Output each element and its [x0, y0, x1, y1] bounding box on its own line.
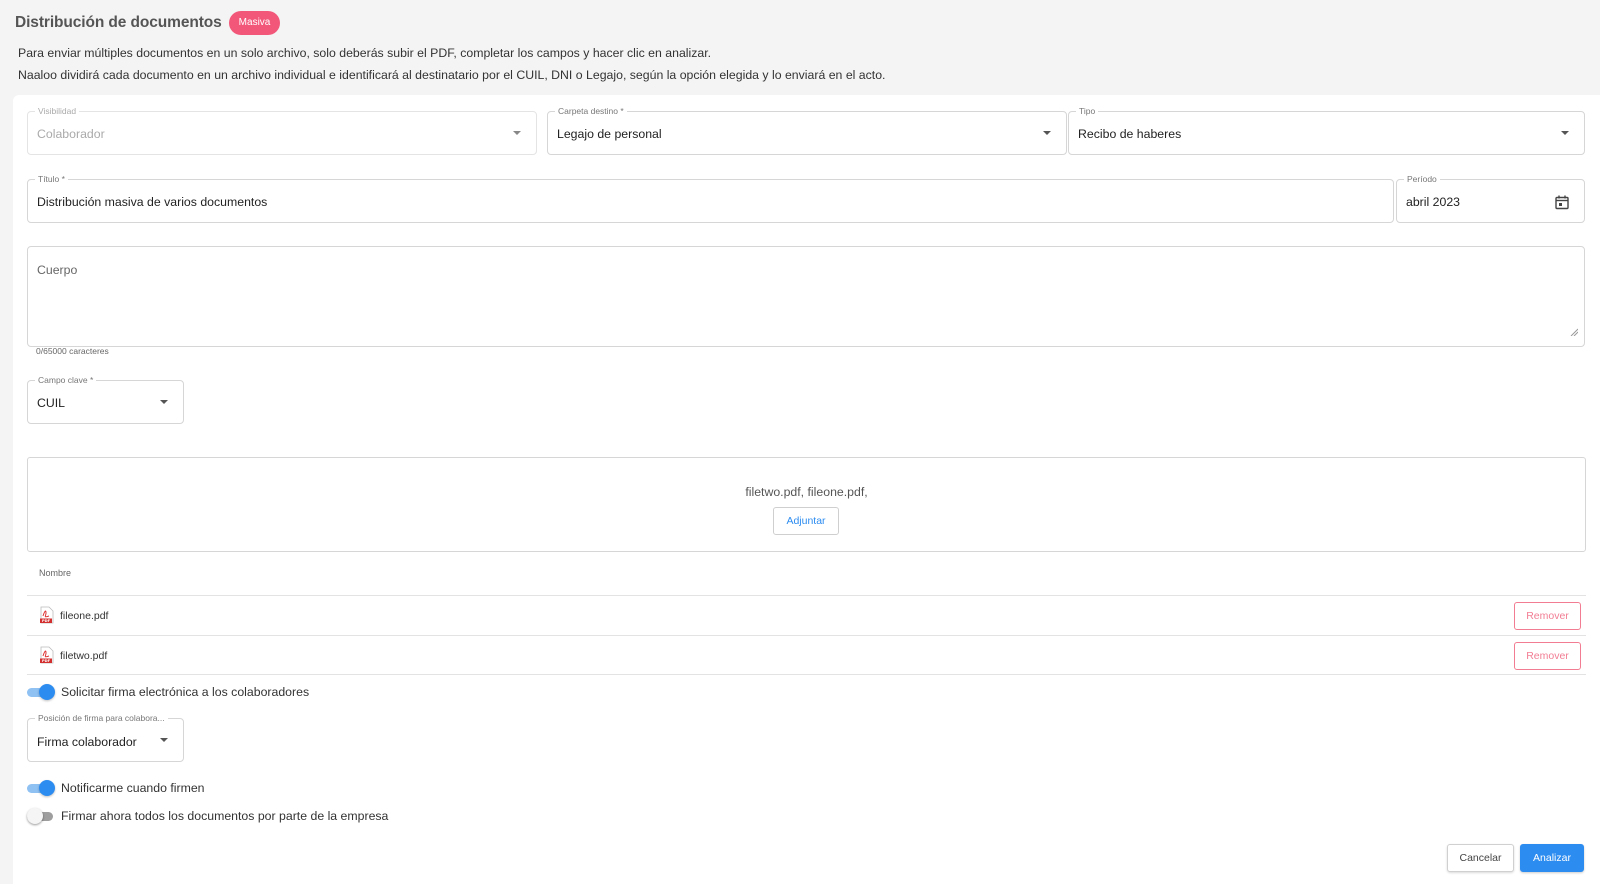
resize-handle-icon[interactable]: [1570, 328, 1578, 336]
description-line-1: Para enviar múltiples documentos en un s…: [18, 46, 712, 60]
sign-now-switch[interactable]: [27, 808, 55, 824]
svg-text:PDF: PDF: [42, 659, 51, 663]
body-placeholder: Cuerpo: [37, 263, 78, 277]
key-field-label: Campo clave *: [35, 374, 97, 386]
mode-badge: Masiva: [228, 11, 281, 35]
folder-label: Carpeta destino *: [555, 105, 627, 117]
caret-down-icon: [513, 131, 521, 135]
signature-position-value: Firma colaborador: [37, 735, 137, 749]
file-name: fileone.pdf: [60, 610, 109, 622]
title-value: Distribución masiva de varios documentos: [37, 195, 268, 209]
period-value: abril 2023: [1406, 195, 1461, 209]
visibility-value: Colaborador: [37, 127, 105, 141]
type-label: Tipo: [1076, 105, 1099, 117]
remove-file-button[interactable]: Remover: [1514, 642, 1581, 670]
signature-position-select[interactable]: Posición de firma para colabora... Firma…: [27, 712, 184, 762]
table-row: PDF filetwo.pdf Remover: [27, 636, 1586, 675]
request-signature-toggle-row: Solicitar firma electrónica a los colabo…: [27, 684, 309, 700]
pdf-file-icon: PDF: [40, 606, 54, 624]
type-value: Recibo de haberes: [1078, 127, 1182, 141]
sign-now-toggle-row: Firmar ahora todos los documentos por pa…: [27, 808, 388, 824]
title-label: Título *: [35, 173, 68, 185]
key-field-select[interactable]: Campo clave * CUIL: [27, 374, 184, 424]
notify-switch[interactable]: [27, 780, 55, 796]
request-signature-switch[interactable]: [27, 684, 55, 700]
svg-text:PDF: PDF: [42, 619, 51, 623]
analyze-button[interactable]: Analizar: [1520, 844, 1584, 872]
page-title: Distribución de documentos: [15, 14, 222, 31]
divider: [27, 674, 1586, 675]
visibility-label: Visibilidad: [35, 105, 80, 117]
file-dropzone[interactable]: filetwo.pdf, fileone.pdf,: [27, 457, 1586, 552]
attach-button[interactable]: Adjuntar: [773, 507, 839, 535]
caret-down-icon: [1561, 131, 1569, 135]
remove-file-button[interactable]: Remover: [1514, 602, 1581, 630]
sign-now-label: Firmar ahora todos los documentos por pa…: [61, 809, 389, 823]
description-line-2: Naaloo dividirá cada documento en un arc…: [18, 68, 886, 82]
pdf-file-icon: PDF: [40, 646, 54, 664]
type-select[interactable]: Tipo Recibo de haberes: [1068, 105, 1585, 155]
visibility-select[interactable]: Visibilidad Colaborador: [27, 105, 537, 155]
body-textarea[interactable]: Cuerpo: [27, 246, 1585, 347]
cancel-button[interactable]: Cancelar: [1447, 844, 1514, 872]
request-signature-label: Solicitar firma electrónica a los colabo…: [61, 685, 310, 699]
caret-down-icon: [1043, 131, 1051, 135]
attached-files-summary: filetwo.pdf, fileone.pdf,: [745, 485, 868, 499]
char-count: 0/65000 caracteres: [36, 346, 109, 356]
file-name: filetwo.pdf: [60, 650, 108, 662]
folder-select[interactable]: Carpeta destino * Legajo de personal: [547, 105, 1067, 155]
caret-down-icon: [160, 738, 168, 742]
folder-value: Legajo de personal: [557, 127, 662, 141]
calendar-icon[interactable]: [1555, 195, 1569, 210]
period-picker[interactable]: Período abril 2023: [1396, 173, 1585, 223]
key-field-value: CUIL: [37, 396, 66, 410]
title-input[interactable]: Título * Distribución masiva de varios d…: [27, 173, 1394, 223]
signature-position-label: Posición de firma para colabora...: [35, 712, 168, 724]
page-header: Distribución de documentos Masiva: [15, 10, 281, 36]
period-label: Período: [1404, 173, 1440, 185]
notify-label: Notificarme cuando firmen: [61, 781, 205, 795]
notify-toggle-row: Notificarme cuando firmen: [27, 780, 205, 796]
caret-down-icon: [160, 400, 168, 404]
column-header-name: Nombre: [39, 568, 72, 578]
table-row: PDF fileone.pdf Remover: [27, 596, 1586, 635]
